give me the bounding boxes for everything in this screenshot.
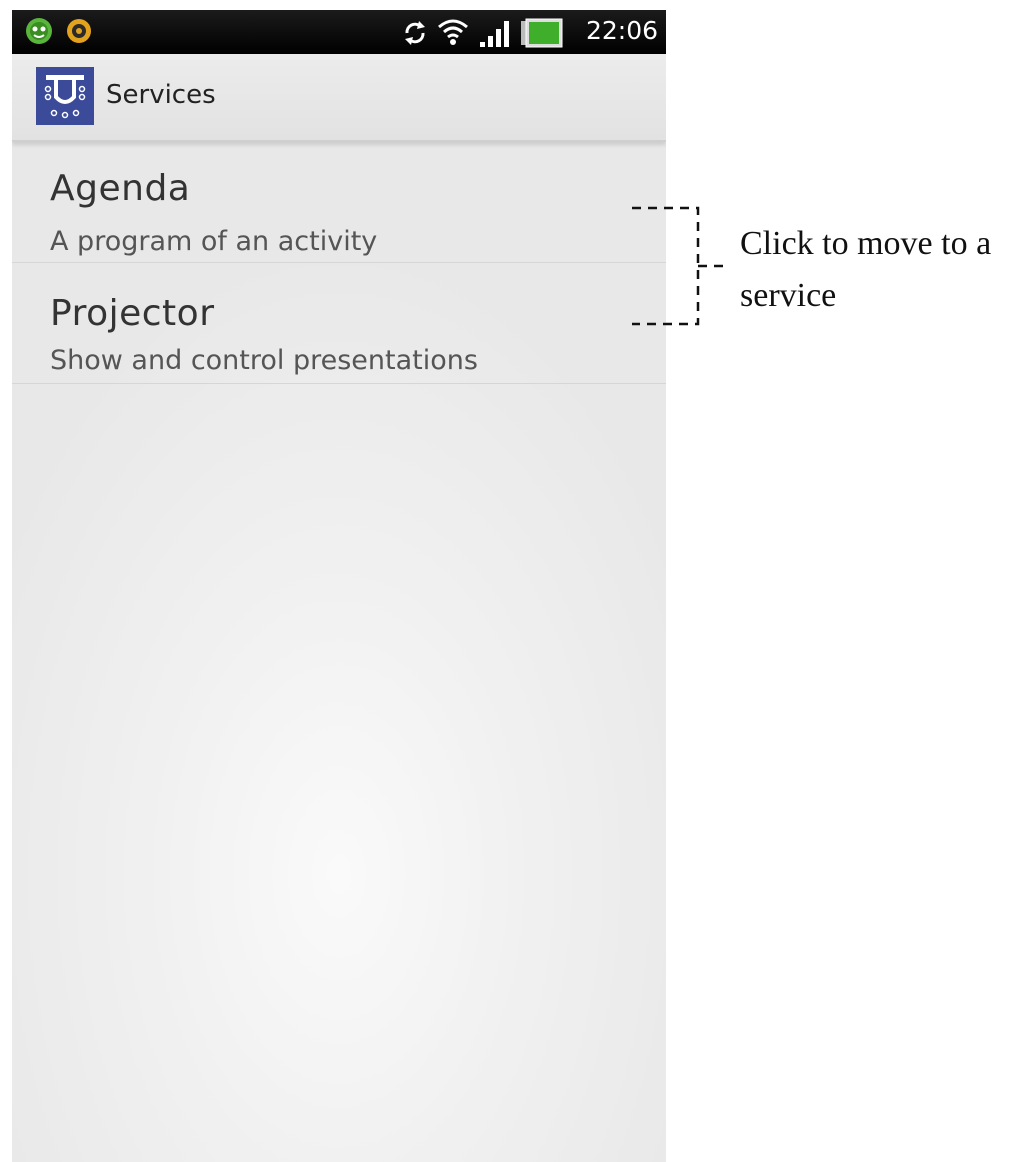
service-subtitle: A program of an activity: [50, 226, 378, 257]
sync-icon: [405, 21, 425, 45]
service-subtitle: Show and control presentations: [50, 345, 478, 376]
annotation-line-1: Click to move to a: [740, 225, 992, 262]
target-app-icon: [67, 19, 91, 43]
action-bar: Services: [12, 54, 666, 142]
battery-icon: [521, 18, 563, 48]
projector-app-icon[interactable]: [36, 67, 94, 125]
phone-screen: 22:06 Services Agenda A program of an ac…: [12, 10, 666, 1162]
annotation-bracket: [632, 206, 730, 326]
annotation-line-2: service: [740, 277, 837, 314]
service-title: Projector: [50, 293, 215, 334]
services-list: Agenda A program of an activity Projecto…: [12, 142, 666, 384]
service-item-projector[interactable]: Projector Show and control presentations: [12, 263, 666, 384]
status-time: 22:06: [585, 16, 658, 45]
bug-face-icon: [26, 18, 52, 44]
action-bar-title: Services: [106, 80, 216, 110]
annotation-text: Click to move to a service: [740, 218, 1030, 322]
service-item-agenda[interactable]: Agenda A program of an activity: [12, 142, 666, 263]
service-title: Agenda: [50, 168, 191, 209]
signal-icon: [480, 21, 509, 47]
wifi-icon: [438, 19, 468, 45]
status-bar: 22:06: [12, 10, 666, 54]
